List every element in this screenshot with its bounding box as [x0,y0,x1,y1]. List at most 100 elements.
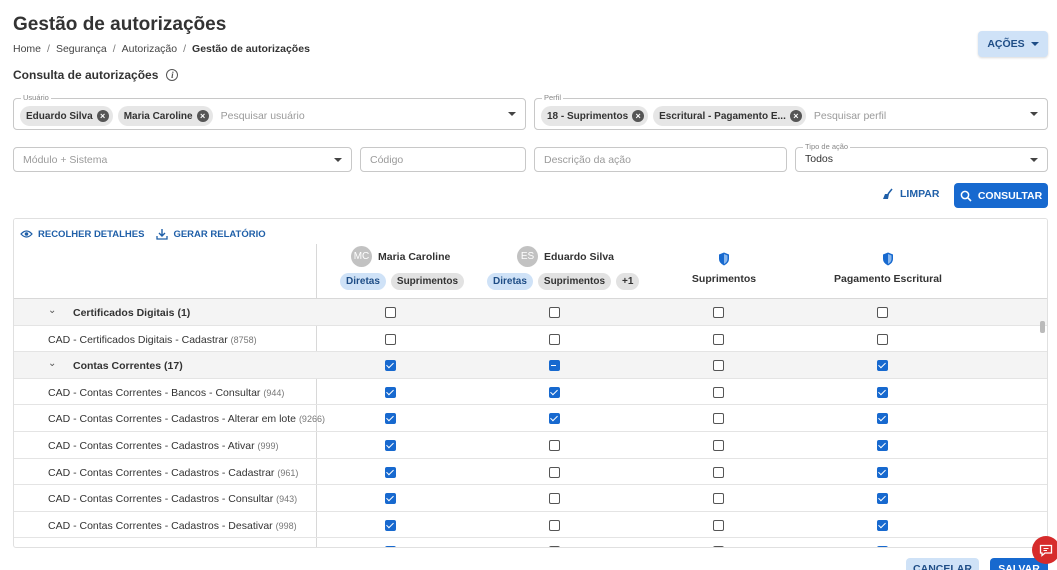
recolher-label: RECOLHER DETALHES [38,228,145,240]
tag-profile[interactable]: Suprimentos [537,273,612,290]
avatar: ES [517,246,538,267]
permission-checkbox[interactable] [384,546,396,547]
permission-checkbox[interactable] [384,493,396,505]
group-row[interactable]: ⌄ Certificados Digitais (1) [14,299,1047,326]
action-name: CAD - Contas Correntes - Cadastros - Cad… [48,466,275,479]
recolher-detalhes-button[interactable]: RECOLHER DETALHES [20,228,144,240]
perfil-search-input[interactable]: Pesquisar perfil [814,110,886,122]
permission-checkbox[interactable] [712,386,724,398]
column-header-profile: Suprimentos [674,252,774,285]
permission-checkbox[interactable] [876,466,888,478]
permission-checkbox[interactable] [384,360,396,372]
tag-more[interactable]: +1 [616,273,640,290]
chip-label: Escritural - Pagamento E... [659,110,786,122]
perfil-field[interactable]: Perfil 18 - Suprimentos × Escritural - Pa… [534,93,1048,130]
limpar-button[interactable]: LIMPAR [882,188,939,200]
group-row[interactable]: ⌄ Contas Correntes (17) [14,352,1047,379]
column-header-user: ES Eduardo Silva [517,246,614,267]
scrollbar-thumb[interactable] [1040,321,1045,333]
usuario-field[interactable]: Usuário Eduardo Silva × Maria Caroline × P… [13,93,526,130]
permission-checkbox[interactable] [712,333,724,345]
permission-checkbox[interactable] [548,439,560,451]
dropdown-arrow-icon[interactable] [334,157,342,162]
permission-checkbox[interactable] [876,546,888,547]
action-label: CAD - Contas Correntes - Cadastros - Cad… [48,467,298,479]
permission-checkbox[interactable] [548,333,560,345]
permission-checkbox[interactable] [548,360,560,372]
action-code: (944) [263,387,285,398]
chip-remove-icon[interactable]: × [632,110,645,122]
group-label: Certificados Digitais (1) [73,307,190,319]
permission-checkbox[interactable] [712,439,724,451]
tag-diretas[interactable]: Diretas [340,273,386,290]
permission-checkbox[interactable] [876,493,888,505]
codigo-input[interactable]: Código [360,147,526,172]
permission-checkbox[interactable] [876,439,888,451]
permission-checkbox[interactable] [712,519,724,531]
profile-chip: Escritural - Pagamento E... × [653,106,806,126]
descricao-input[interactable]: Descrição da ação [534,147,787,172]
chevron-down-icon[interactable]: ⌄ [48,358,56,369]
permission-checkbox[interactable] [548,307,560,318]
permission-checkbox[interactable] [876,413,888,425]
acoes-button[interactable]: AÇÕES [978,31,1048,57]
breadcrumb-autorizacao[interactable]: Autorização [122,43,177,55]
permission-checkbox[interactable] [712,413,724,425]
permission-checkbox[interactable] [384,519,396,531]
permission-checkbox[interactable] [712,493,724,505]
chat-button[interactable] [1032,536,1057,564]
permission-checkbox[interactable] [548,493,560,505]
avatar: MC [351,246,372,267]
dropdown-arrow-icon[interactable] [1030,112,1038,116]
action-code: (998) [275,520,297,531]
permission-checkbox[interactable] [384,307,396,318]
action-name: CAD - Contas Correntes - Cadastros - Con… [48,493,274,506]
permission-checkbox[interactable] [876,386,888,398]
permission-checkbox[interactable] [712,466,724,478]
permission-checkbox[interactable] [548,413,560,425]
gerar-relatorio-button[interactable]: GERAR RELATÓRIO [156,228,266,240]
action-code: (961) [277,467,299,478]
permission-checkbox[interactable] [548,519,560,531]
permission-checkbox[interactable] [712,546,724,547]
chip-remove-icon[interactable]: × [96,110,109,122]
permission-checkbox[interactable] [876,333,888,345]
chip-remove-icon[interactable]: × [789,110,802,122]
chip-remove-icon[interactable]: × [196,110,209,122]
table-row: CAD - Contas Correntes - Cadastros - Cad… [14,459,1047,486]
tag-profile[interactable]: Suprimentos [390,273,465,290]
breadcrumb-home[interactable]: Home [13,43,41,55]
permission-checkbox[interactable] [712,360,724,372]
action-code: (8758) [230,334,257,345]
info-icon[interactable]: i [166,69,179,81]
modulo-placeholder: Módulo + Sistema [23,154,108,166]
permission-checkbox[interactable] [384,413,396,425]
dropdown-arrow-icon[interactable] [508,112,516,116]
tipo-acao-select[interactable]: Tipo de ação Todos [795,142,1048,172]
permission-checkbox[interactable] [876,519,888,531]
cancelar-button[interactable]: CANCELAR [906,558,979,570]
permission-checkbox[interactable] [384,333,396,345]
permission-checkbox[interactable] [876,360,888,372]
usuario-search-input[interactable]: Pesquisar usuário [221,110,305,122]
permission-checkbox[interactable] [712,307,724,318]
permission-checkbox[interactable] [876,307,888,318]
permission-checkbox[interactable] [384,439,396,451]
permission-checkbox[interactable] [384,386,396,398]
permission-checkbox[interactable] [548,466,560,478]
group-label: Contas Correntes (17) [73,360,183,372]
consultar-button[interactable]: CONSULTAR [954,183,1048,208]
permission-checkbox[interactable] [548,546,560,547]
chevron-down-icon[interactable]: ⌄ [48,305,56,316]
user-chip: Eduardo Silva × [20,106,113,126]
dropdown-arrow-icon[interactable] [1030,157,1038,162]
permission-checkbox[interactable] [384,466,396,478]
grid-rows: ⌄ Certificados Digitais (1) CAD - Certific… [14,299,1047,547]
eye-icon [20,230,33,238]
tag-diretas[interactable]: Diretas [487,273,533,290]
breadcrumb: Home / Segurança / Autorização / Gestão … [13,43,310,55]
permission-checkbox[interactable] [548,386,560,398]
breadcrumb-seguranca[interactable]: Segurança [56,43,107,55]
modulo-sistema-select[interactable]: Módulo + Sistema [13,147,352,172]
section-title-text: Consulta de autorizações [13,68,159,82]
